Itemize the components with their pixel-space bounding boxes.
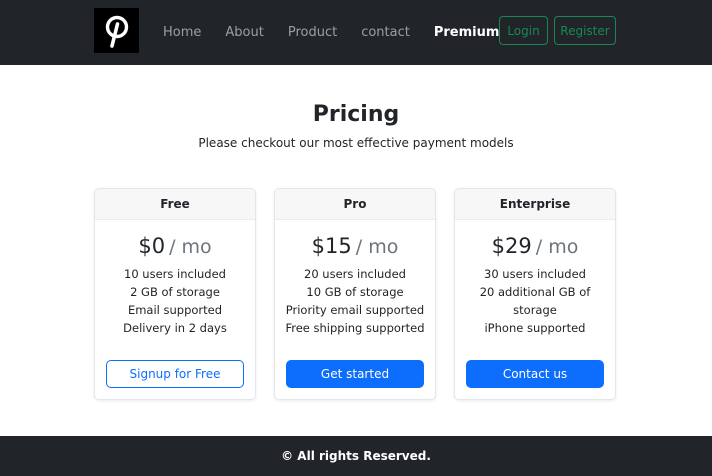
page-title: Pricing [312,102,400,127]
login-button[interactable]: Login [499,16,548,45]
nav-link-about[interactable]: About [225,25,263,40]
card-header: Free [95,189,255,220]
price-period: / mo [169,236,212,258]
card-price: $0/ mo [95,234,255,258]
feature-item: 20 additional GB of storage [479,285,591,317]
contact-us-button[interactable]: Contact us [466,360,604,388]
price-period: / mo [535,236,579,258]
feature-item: 10 users included [124,267,226,281]
feature-list: 10 users included 2 GB of storage Email … [95,265,255,337]
pinterest-logo-icon[interactable] [94,8,139,53]
feature-item: Email supported [127,303,223,317]
card-header: Enterprise [455,189,615,220]
nav-links: Home About Product contact Premium [163,0,523,65]
feature-list: 30 users included 20 additional GB of st… [455,265,615,337]
signup-free-button[interactable]: Signup for Free [106,360,244,388]
feature-item: 20 users included [304,267,406,281]
footer: © All rights Reserved. [0,436,712,476]
get-started-button[interactable]: Get started [286,360,424,388]
register-button[interactable]: Register [554,16,616,45]
card-price: $29/ mo [455,234,615,258]
page-subtitle: Please checkout our most effective payme… [198,136,514,150]
nav-link-home[interactable]: Home [163,25,201,40]
feature-item: Free shipping supported [285,321,425,335]
price-period: / mo [355,236,399,258]
navbar: Home About Product contact Premium Login… [0,0,712,65]
feature-item: 30 users included [484,267,586,281]
price-amount: $15 [311,234,352,258]
nav-link-premium[interactable]: Premium [434,25,500,40]
nav-link-contact[interactable]: contact [361,25,410,40]
feature-item: 2 GB of storage [130,285,220,299]
price-amount: $0 [138,234,166,258]
footer-copyright: © All rights Reserved. [281,449,431,463]
card-price: $15/ mo [275,234,435,258]
feature-item: Priority email supported [285,303,425,317]
card-header: Pro [275,189,435,220]
feature-item: 10 GB of storage [306,285,404,299]
feature-list: 20 users included 10 GB of storage Prior… [275,265,435,337]
pricing-card-free: Free $0/ mo 10 users included 2 GB of st… [94,188,256,400]
pricing-card-enterprise: Enterprise $29/ mo 30 users included 20 … [454,188,616,400]
pricing-card-pro: Pro $15/ mo 20 users included 10 GB of s… [274,188,436,400]
nav-link-product[interactable]: Product [288,25,337,40]
price-amount: $29 [491,234,532,258]
feature-item: iPhone supported [484,321,586,335]
feature-item: Delivery in 2 days [123,321,227,335]
